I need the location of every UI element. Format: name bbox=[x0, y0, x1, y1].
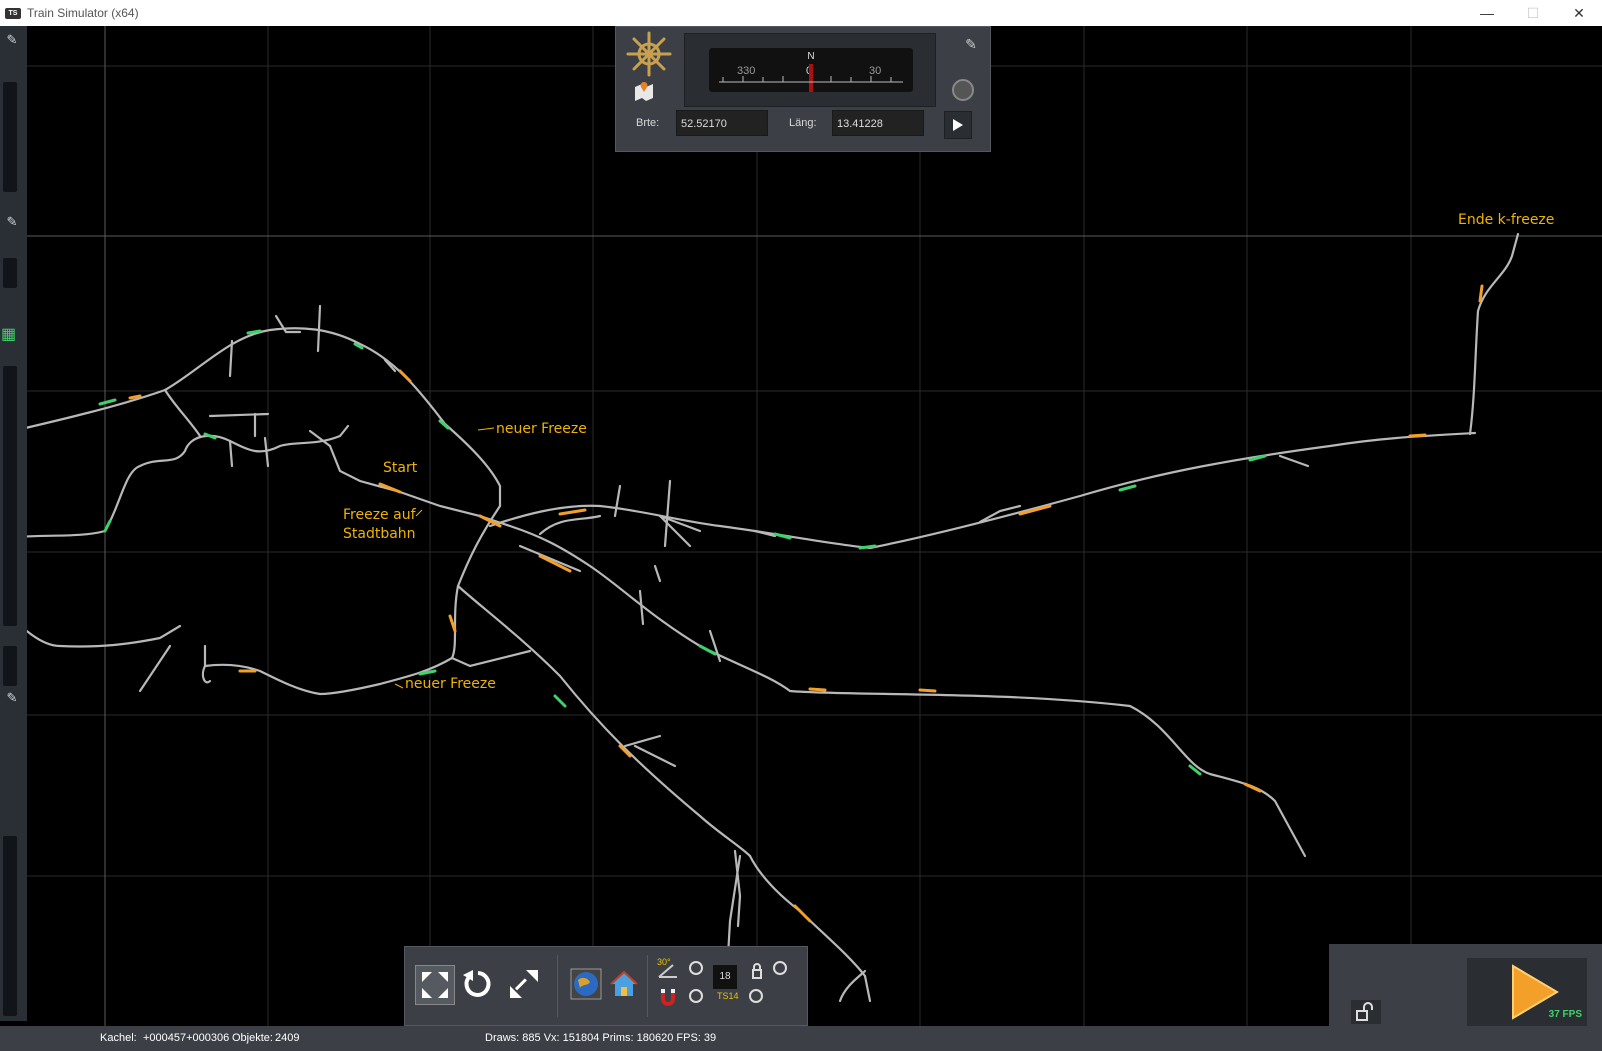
pin-icon[interactable]: ✎ bbox=[2, 30, 22, 50]
toolbar-options-group bbox=[647, 955, 648, 1017]
home-icon[interactable] bbox=[605, 965, 643, 1003]
rotate-icon[interactable] bbox=[459, 965, 497, 1003]
rail-slot[interactable] bbox=[3, 366, 17, 626]
rail-slot[interactable] bbox=[3, 836, 17, 1016]
compass-wheel-icon[interactable] bbox=[626, 31, 672, 77]
map-grid bbox=[0, 26, 1602, 1026]
latitude-label: Brte: bbox=[636, 117, 660, 129]
longitude-field[interactable]: 13.41228 bbox=[832, 110, 924, 136]
objekte-label: Objekte: bbox=[232, 1032, 273, 1044]
rail-slot[interactable] bbox=[3, 258, 17, 288]
objekte-value: 2409 bbox=[275, 1032, 300, 1044]
lock-toggle[interactable] bbox=[773, 961, 787, 975]
angle-label: 30° bbox=[657, 957, 671, 967]
annotation-start: Start bbox=[383, 460, 418, 476]
ts-toggle[interactable] bbox=[749, 989, 763, 1003]
annotation-ende-k-freeze: Ende k-freeze bbox=[1458, 212, 1555, 228]
play-panel: 37 FPS bbox=[1329, 944, 1602, 1026]
latitude-field[interactable]: 52.52170 bbox=[676, 110, 768, 136]
bottom-toolbar: 30° 18 TS14 bbox=[404, 946, 808, 1026]
compass-heading[interactable]: N 330 0 30 bbox=[684, 33, 936, 107]
magnet-toggle[interactable] bbox=[689, 989, 703, 1003]
pin-icon[interactable]: ✎ bbox=[960, 33, 982, 55]
annotation-neuer-freeze-bottom: neuer Freeze bbox=[405, 676, 496, 692]
annotation-freeze-auf: Freeze auf bbox=[343, 507, 416, 523]
play-arrow-icon bbox=[953, 119, 963, 131]
rail-slot[interactable] bbox=[3, 82, 17, 192]
app-icon: TS bbox=[5, 7, 21, 19]
rail-slot[interactable] bbox=[3, 646, 17, 686]
minimize-button[interactable]: — bbox=[1464, 0, 1510, 26]
globe-icon[interactable] bbox=[567, 965, 605, 1003]
left-toolrail: ✎ ✎ ▦ ✎ bbox=[0, 26, 27, 1021]
expand-icon[interactable] bbox=[505, 965, 543, 1003]
value-display[interactable]: 18 bbox=[713, 965, 737, 989]
annotation-neuer-freeze-top: neuer Freeze bbox=[496, 421, 587, 437]
unlock-button[interactable] bbox=[1351, 1000, 1381, 1024]
navigation-panel: N 330 0 30 ✎ Brte: 52.52170 Läng: 13.412… bbox=[615, 26, 991, 152]
grid-icon[interactable]: ▦ bbox=[1, 326, 19, 344]
pin-icon[interactable]: ✎ bbox=[2, 212, 22, 232]
magnet-icon[interactable] bbox=[657, 987, 679, 1007]
draws-info: Draws: 885 Vx: 151804 Prims: 180620 FPS:… bbox=[485, 1032, 717, 1044]
track-network bbox=[0, 232, 1520, 1018]
map-viewport[interactable]: Ende k-freeze neuer Freeze Start Freeze … bbox=[0, 26, 1602, 1026]
fit-view-icon[interactable] bbox=[415, 965, 455, 1005]
fps-counter: 37 FPS bbox=[1548, 1009, 1582, 1020]
target-icon[interactable] bbox=[952, 79, 974, 101]
compass-ticks bbox=[719, 76, 903, 83]
angle-toggle[interactable] bbox=[689, 961, 703, 975]
ts-label: TS14 bbox=[717, 991, 739, 1001]
status-bar: Kachel: +000457+000306 Objekte: 2409 Dra… bbox=[0, 1026, 1602, 1051]
kachel-value: +000457+000306 bbox=[143, 1032, 230, 1044]
go-to-coordinates-button[interactable] bbox=[944, 111, 972, 139]
annotation-stadtbahn: Stadtbahn bbox=[343, 526, 416, 542]
window-title: Train Simulator (x64) bbox=[27, 6, 139, 20]
unlock-icon bbox=[1356, 1002, 1373, 1021]
longitude-label: Läng: bbox=[789, 117, 817, 129]
kachel-label: Kachel: bbox=[100, 1032, 137, 1044]
lock-icon[interactable] bbox=[751, 963, 763, 979]
window-titlebar: TS Train Simulator (x64) — ☐ ✕ bbox=[0, 0, 1602, 27]
close-button[interactable]: ✕ bbox=[1556, 0, 1602, 26]
pin-icon[interactable]: ✎ bbox=[2, 688, 22, 708]
map-icon[interactable] bbox=[632, 79, 656, 103]
maximize-button[interactable]: ☐ bbox=[1510, 0, 1556, 26]
